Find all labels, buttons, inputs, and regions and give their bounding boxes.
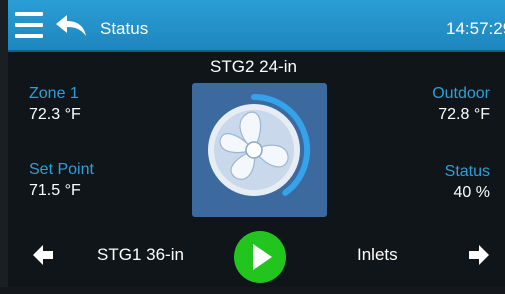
fan-icon [208, 93, 311, 196]
status-value: 40 % [453, 184, 490, 201]
back-arrow-icon[interactable] [54, 12, 88, 40]
header-bar: Status 14:57:29 [8, 0, 505, 52]
outdoor-value: 72.8 °F [438, 106, 490, 123]
next-section-button[interactable]: Inlets [357, 245, 398, 265]
outdoor-label: Outdoor [432, 85, 490, 102]
zone-value: 72.3 °F [29, 106, 81, 123]
play-icon[interactable] [233, 230, 287, 284]
clock-time: 14:57:29 [446, 19, 505, 38]
page-title: Status [100, 19, 149, 38]
setpoint-label: Set Point [29, 161, 94, 178]
menu-icon[interactable] [15, 12, 43, 38]
status-label: Status [444, 163, 490, 180]
fan-tile[interactable] [192, 83, 327, 217]
arrow-left-icon[interactable] [31, 243, 55, 267]
setpoint-value: 71.5 °F [29, 182, 81, 199]
fan-name: STG2 24-in [210, 57, 297, 76]
prev-stage-button[interactable]: STG1 36-in [97, 245, 184, 265]
arrow-right-icon[interactable] [467, 243, 491, 267]
screen-bezel-bottom [0, 287, 505, 294]
zone-label: Zone 1 [29, 85, 79, 102]
